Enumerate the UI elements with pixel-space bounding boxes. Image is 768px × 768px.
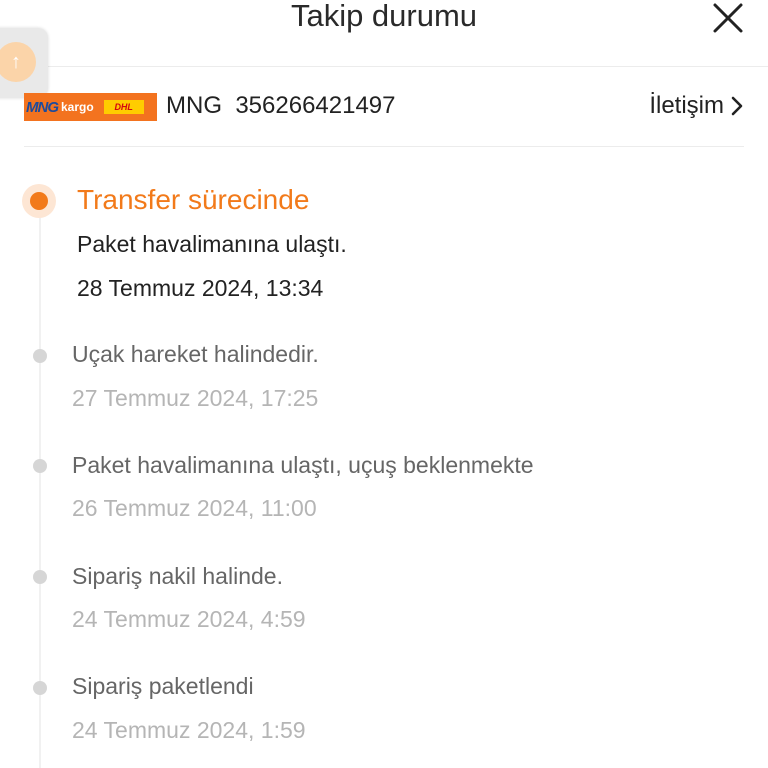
current-event-description: Paket havalimanına ulaştı. xyxy=(77,231,347,257)
timeline-dot xyxy=(33,570,47,584)
contact-link[interactable]: İletişim xyxy=(649,88,744,124)
tracking-number: MNG 356266421497 xyxy=(166,92,396,119)
header-bar: Takip durumu xyxy=(0,0,768,67)
timeline-dot xyxy=(33,681,47,695)
timeline-dot-active xyxy=(22,184,56,218)
event-time: 27 Temmuz 2024, 17:25 xyxy=(72,385,319,411)
event-description: Uçak hareket halindedir. xyxy=(72,341,319,367)
close-button[interactable] xyxy=(710,0,746,36)
close-icon xyxy=(713,3,743,33)
event-time: 24 Temmuz 2024, 4:59 xyxy=(72,606,306,632)
event-time: 26 Temmuz 2024, 11:00 xyxy=(72,495,317,521)
carrier-row: MNG kargo DHL MNG 356266421497 İletişim xyxy=(24,70,744,147)
event-description: Sipariş paketlendi xyxy=(72,673,254,699)
chevron-right-icon xyxy=(731,96,743,116)
current-event-time: 28 Temmuz 2024, 13:34 xyxy=(77,275,324,301)
timeline-dot xyxy=(33,349,47,363)
logo-dhl-badge: DHL xyxy=(103,100,144,114)
logo-mng-text: MNG xyxy=(26,98,59,116)
contact-label: İletişim xyxy=(649,92,724,119)
current-status: Transfer sürecinde xyxy=(77,184,310,215)
carrier-logo: MNG kargo DHL xyxy=(24,93,157,121)
logo-kargo-text: kargo xyxy=(61,100,94,114)
timeline-dot xyxy=(33,459,47,473)
page-title: Takip durumu xyxy=(290,0,478,33)
event-time: 24 Temmuz 2024, 1:59 xyxy=(72,717,306,743)
event-description: Sipariş nakil halinde. xyxy=(72,563,283,589)
event-description: Paket havalimanına ulaştı, uçuş beklenme… xyxy=(72,452,534,478)
